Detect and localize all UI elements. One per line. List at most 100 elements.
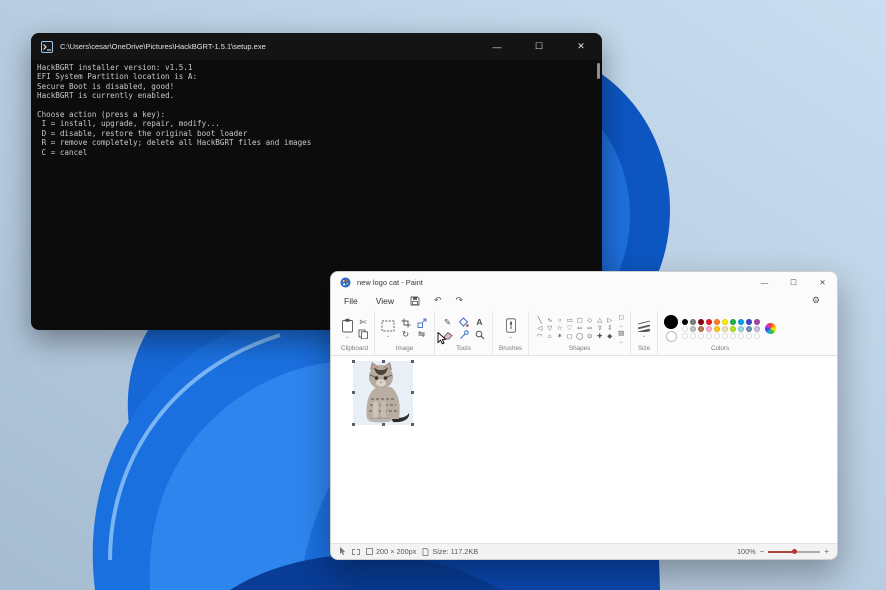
paint-titlebar[interactable]: new logo cat - Paint — ☐ ✕	[331, 272, 837, 292]
fill-bucket-icon[interactable]	[458, 317, 469, 328]
shape-icon[interactable]: ◻	[565, 333, 574, 341]
shape-icon[interactable]: ◇	[585, 317, 594, 325]
shape-icon[interactable]: ▢	[575, 317, 584, 325]
color1-swatch[interactable]	[664, 315, 679, 329]
shape-icon[interactable]: ∿	[545, 317, 554, 325]
flip-icon[interactable]: ⇋	[418, 330, 425, 339]
shape-icon[interactable]: ◯	[575, 333, 584, 341]
shape-icon[interactable]: ✶	[555, 333, 564, 341]
palette-swatch[interactable]	[730, 325, 737, 332]
text-tool-icon[interactable]: A	[476, 318, 482, 327]
paint-maximize-button[interactable]: ☐	[779, 272, 808, 292]
view-menu[interactable]: View	[367, 296, 403, 306]
palette-swatch[interactable]	[682, 325, 689, 332]
palette-swatch[interactable]	[746, 318, 753, 325]
shape-icon[interactable]: ⇨	[585, 325, 594, 333]
shape-icon[interactable]: ◠	[535, 333, 544, 341]
shape-outline-button[interactable]: ◻ ⌄	[618, 314, 623, 329]
rotate-icon[interactable]: ↻	[402, 330, 409, 339]
palette-swatch[interactable]	[738, 318, 745, 325]
selection-handle[interactable]	[352, 360, 355, 363]
palette-swatch[interactable]	[690, 325, 697, 332]
palette-swatch[interactable]	[754, 332, 761, 339]
zoom-out-button[interactable]: −	[760, 547, 765, 556]
console-scrollbar[interactable]	[597, 63, 600, 79]
paint-canvas[interactable]	[331, 356, 837, 543]
palette-swatch[interactable]	[706, 325, 713, 332]
shape-icon[interactable]: ⇩	[605, 325, 614, 333]
resize-icon[interactable]	[417, 318, 427, 328]
shape-icon[interactable]: ⌂	[545, 333, 554, 341]
zoom-slider-thumb[interactable]	[791, 548, 797, 554]
shape-fill-button[interactable]: ▨ ⌄	[618, 330, 624, 345]
palette-swatch[interactable]	[746, 332, 753, 339]
shape-icon[interactable]: ▭	[565, 317, 574, 325]
palette-swatch[interactable]	[690, 318, 697, 325]
edit-colors-icon[interactable]	[765, 323, 777, 334]
paste-dropdown-chevron[interactable]: ⌄	[345, 335, 349, 340]
palette-swatch[interactable]	[738, 325, 745, 332]
crop-icon[interactable]	[401, 318, 411, 328]
shape-icon[interactable]: △	[595, 317, 604, 325]
palette-swatch[interactable]	[722, 332, 729, 339]
shape-icon[interactable]: ╲	[535, 317, 544, 325]
selection-handle[interactable]	[352, 391, 355, 394]
palette-swatch[interactable]	[706, 318, 713, 325]
shape-icon[interactable]: ▷	[605, 317, 614, 325]
shape-icon[interactable]: ✚	[595, 333, 604, 341]
palette-swatch[interactable]	[738, 332, 745, 339]
pasted-cat-image[interactable]	[352, 360, 414, 426]
shape-icon[interactable]: ◆	[605, 333, 614, 341]
shape-icon[interactable]: ⇦	[575, 325, 584, 333]
palette-swatch[interactable]	[722, 325, 729, 332]
brushes-button[interactable]: ⌄	[505, 318, 517, 340]
select-dropdown-chevron[interactable]: ⌄	[386, 333, 390, 338]
paste-button[interactable]: ⌄	[341, 318, 354, 340]
paint-minimize-button[interactable]: —	[750, 272, 779, 292]
magnifier-icon[interactable]	[475, 330, 485, 340]
size-button[interactable]: ⌄	[637, 320, 651, 338]
palette-swatch[interactable]	[714, 325, 721, 332]
pencil-icon[interactable]: ✎	[444, 318, 451, 327]
console-titlebar[interactable]: C:\Users\cesar\OneDrive\Pictures\HackBGR…	[31, 33, 602, 60]
shape-icon[interactable]: ○	[555, 317, 564, 325]
palette-swatch[interactable]	[754, 318, 761, 325]
palette-swatch[interactable]	[730, 332, 737, 339]
palette-swatch[interactable]	[682, 318, 689, 325]
select-button[interactable]: ⌄	[381, 320, 395, 338]
color-picker-icon[interactable]	[459, 330, 469, 340]
selection-handle[interactable]	[382, 423, 385, 426]
palette-swatch[interactable]	[754, 325, 761, 332]
shape-icon[interactable]: ⇧	[595, 325, 604, 333]
selection-handle[interactable]	[382, 360, 385, 363]
console-minimize-button[interactable]: —	[476, 33, 518, 60]
undo-icon[interactable]: ↶	[427, 295, 449, 306]
palette-swatch[interactable]	[746, 325, 753, 332]
shape-icon[interactable]: ◁	[535, 325, 544, 333]
console-maximize-button[interactable]: ☐	[518, 33, 560, 60]
zoom-slider[interactable]	[768, 548, 821, 554]
selection-handle[interactable]	[411, 423, 414, 426]
palette-swatch[interactable]	[690, 332, 697, 339]
palette-swatch[interactable]	[682, 332, 689, 339]
save-icon[interactable]	[403, 296, 427, 306]
shape-icon[interactable]: ♡	[565, 325, 574, 333]
palette-swatch[interactable]	[706, 332, 713, 339]
selection-handle[interactable]	[411, 391, 414, 394]
settings-gear-icon[interactable]: ⚙	[805, 295, 827, 306]
palette-swatch[interactable]	[730, 318, 737, 325]
file-menu[interactable]: File	[335, 296, 367, 306]
shape-icon[interactable]: ☆	[555, 325, 564, 333]
palette-swatch[interactable]	[714, 318, 721, 325]
copy-icon[interactable]	[358, 329, 368, 339]
console-close-button[interactable]: ✕	[560, 33, 602, 60]
zoom-in-button[interactable]: +	[824, 547, 829, 556]
size-dropdown-chevron[interactable]: ⌄	[642, 333, 646, 338]
palette-swatch[interactable]	[698, 318, 705, 325]
paint-close-button[interactable]: ✕	[808, 272, 837, 292]
brushes-dropdown-chevron[interactable]: ⌄	[508, 335, 512, 340]
selection-handle[interactable]	[352, 423, 355, 426]
color2-swatch[interactable]	[665, 331, 677, 342]
redo-icon[interactable]: ↷	[449, 295, 471, 306]
paint-window[interactable]: new logo cat - Paint — ☐ ✕ File View ↶ ↷…	[330, 271, 838, 560]
